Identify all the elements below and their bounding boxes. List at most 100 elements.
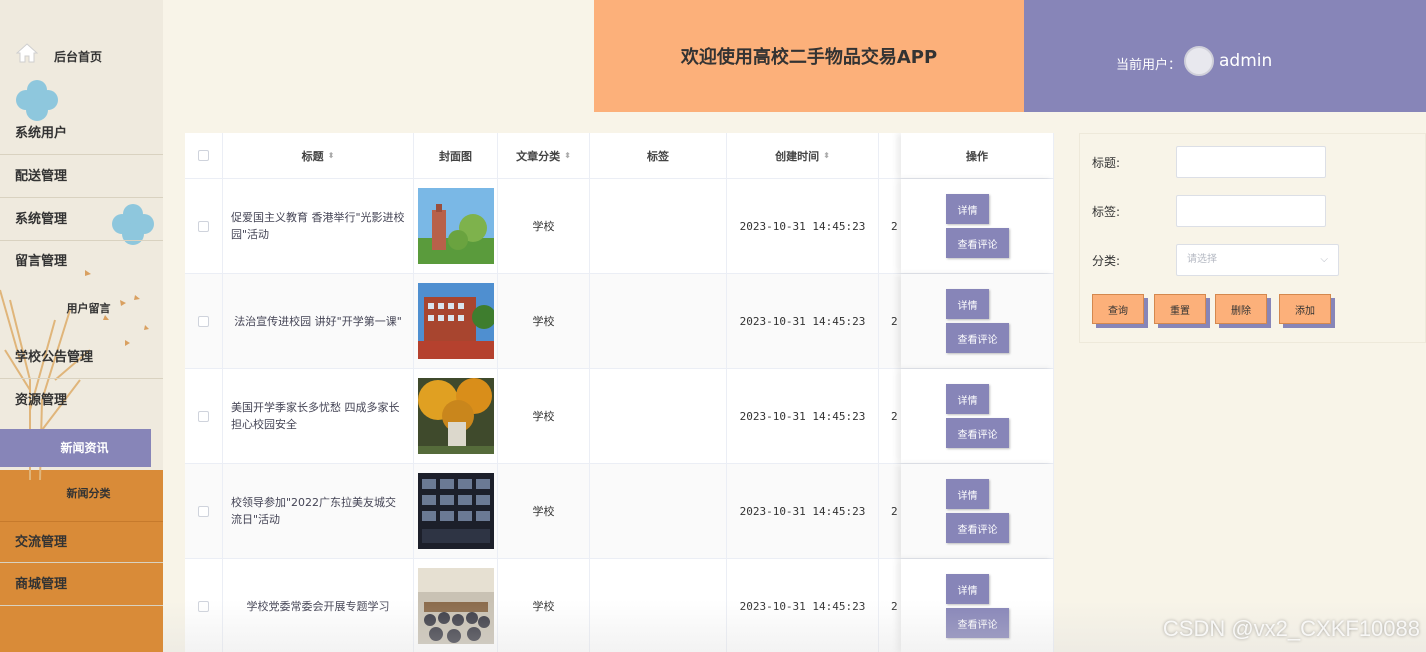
reset-button[interactable]: 重置 xyxy=(1154,294,1206,324)
column-header-label: 创建时间 xyxy=(775,149,820,163)
row-tag xyxy=(590,464,727,558)
table-row: 促爱国主义教育 香港举行"光影进校园"活动 学校 2023-10-31 14:4… xyxy=(185,179,1054,274)
view-comments-button[interactable]: 查看评论 xyxy=(946,323,1009,353)
row-checkbox[interactable] xyxy=(198,315,209,327)
add-button[interactable]: 添加 xyxy=(1279,294,1331,324)
row-checkbox[interactable] xyxy=(198,600,209,612)
row-actions: 详情 查看评论 xyxy=(901,369,1054,463)
row-select-cell xyxy=(185,179,223,273)
select-all-checkbox[interactable] xyxy=(198,150,209,161)
row-created-time: 2023-10-31 14:45:23 xyxy=(727,559,879,652)
row-select-cell xyxy=(185,369,223,463)
chevron-down-icon: ⌵ xyxy=(1320,254,1328,265)
detail-button[interactable]: 详情 xyxy=(946,289,989,319)
select-all-cell xyxy=(185,133,223,178)
sidebar-item-news-active[interactable]: 新闻资讯 xyxy=(0,429,151,467)
row-title: 校领导参加"2022广东拉美友城交流日"活动 xyxy=(223,464,414,558)
row-tag xyxy=(590,274,727,368)
home-icon xyxy=(16,43,38,63)
row-created-time: 2023-10-31 14:45:23 xyxy=(727,274,879,368)
row-actions: 详情 查看评论 xyxy=(901,179,1054,273)
row-created-time: 2023-10-31 14:45:23 xyxy=(727,179,879,273)
row-tag xyxy=(590,559,727,652)
row-select-cell xyxy=(185,274,223,368)
category-filter-label: 分类: xyxy=(1092,254,1121,268)
column-header-label: 操作 xyxy=(966,149,988,163)
column-header-label: 标题 xyxy=(301,149,324,163)
column-header-title[interactable]: 标题 ⬍ xyxy=(223,133,414,178)
tag-filter-input[interactable] xyxy=(1176,195,1326,227)
current-user-label: 当前用户： xyxy=(1116,58,1182,73)
sidebar-item-system-users[interactable]: 系统用户 xyxy=(0,113,163,155)
sidebar-item-system-manage[interactable]: 系统管理 xyxy=(0,199,163,241)
row-actions: 详情 查看评论 xyxy=(901,464,1054,558)
row-cover-cell xyxy=(414,559,498,652)
cover-image[interactable] xyxy=(417,473,494,549)
table-row: 校领导参加"2022广东拉美友城交流日"活动 学校 2023-10-31 14:… xyxy=(185,464,1054,559)
row-checkbox[interactable] xyxy=(198,410,209,422)
watermark: CSDN @vx2_CXKF10088 xyxy=(1162,616,1420,641)
title-filter-input[interactable] xyxy=(1176,146,1326,178)
cover-image[interactable] xyxy=(417,568,494,644)
sidebar: 后台首页 系统用户 配送管理 系统管理 留言管理 用户留言 学校公告管理 资源管… xyxy=(0,0,163,652)
sort-icon[interactable]: ⬍ xyxy=(823,151,830,160)
view-comments-button[interactable]: 查看评论 xyxy=(946,228,1009,258)
header-spacer xyxy=(163,0,594,112)
cover-image[interactable] xyxy=(417,283,494,359)
row-category: 学校 xyxy=(498,559,590,652)
sidebar-item-resources[interactable]: 资源管理 xyxy=(0,380,163,422)
row-checkbox[interactable] xyxy=(198,220,209,232)
row-cover-cell xyxy=(414,274,498,368)
tag-filter-label: 标签: xyxy=(1092,205,1121,219)
row-category: 学校 xyxy=(498,179,590,273)
detail-button[interactable]: 详情 xyxy=(946,574,989,604)
sidebar-subitem-news-category[interactable]: 新闻分类 xyxy=(0,473,163,515)
sidebar-item-school-notices[interactable]: 学校公告管理 xyxy=(0,337,163,379)
row-title: 学校党委常委会开展专题学习 xyxy=(223,559,414,652)
page-title: 欢迎使用高校二手物品交易APP xyxy=(594,0,1024,112)
row-tag xyxy=(590,369,727,463)
row-actions: 详情 查看评论 xyxy=(901,559,1054,652)
sidebar-item-mall[interactable]: 商城管理 xyxy=(0,564,163,606)
sidebar-item-delivery[interactable]: 配送管理 xyxy=(0,156,163,198)
row-tag xyxy=(590,179,727,273)
cover-image[interactable] xyxy=(417,378,494,454)
column-header-category[interactable]: 文章分类 ⬍ xyxy=(498,133,590,178)
avatar[interactable] xyxy=(1184,46,1214,76)
column-header-hidden xyxy=(879,133,901,178)
detail-button[interactable]: 详情 xyxy=(946,479,989,509)
table-row: 学校党委常委会开展专题学习 学校 2023-10-31 14:45:23 2 详… xyxy=(185,559,1054,652)
delete-button[interactable]: 删除 xyxy=(1215,294,1267,324)
view-comments-button[interactable]: 查看评论 xyxy=(946,513,1009,543)
detail-button[interactable]: 详情 xyxy=(946,194,989,224)
row-created-time: 2023-10-31 14:45:23 xyxy=(727,369,879,463)
sort-icon[interactable]: ⬍ xyxy=(564,151,571,160)
column-header-created[interactable]: 创建时间 ⬍ xyxy=(727,133,879,178)
view-comments-button[interactable]: 查看评论 xyxy=(946,608,1009,638)
row-checkbox[interactable] xyxy=(198,505,209,517)
search-panel: 标题: 标签: 分类: 请选择 ⌵ 查询 重置 删除 添加 xyxy=(1079,133,1426,343)
query-button[interactable]: 查询 xyxy=(1092,294,1144,324)
row-created-time: 2023-10-31 14:45:23 xyxy=(727,464,879,558)
current-username: admin xyxy=(1219,51,1273,71)
sidebar-item-exchange[interactable]: 交流管理 xyxy=(0,521,163,563)
table-row: 法治宣传进校园 讲好"开学第一课" 学校 2023-10-31 14:45:23… xyxy=(185,274,1054,369)
row-category: 学校 xyxy=(498,464,590,558)
news-table: 标题 ⬍ 封面图 文章分类 ⬍ 标签 创建时间 ⬍ 操作 促爱国主义教育 香港举行"光… xyxy=(185,133,1054,652)
user-panel: 当前用户： admin xyxy=(1024,0,1426,112)
row-select-cell xyxy=(185,559,223,652)
row-title: 法治宣传进校园 讲好"开学第一课" xyxy=(223,274,414,368)
title-filter-label: 标题: xyxy=(1092,156,1121,170)
cover-image[interactable] xyxy=(417,188,494,264)
row-cover-cell xyxy=(414,369,498,463)
sidebar-item-messages[interactable]: 留言管理 xyxy=(0,241,163,283)
category-select[interactable]: 请选择 ⌵ xyxy=(1176,244,1339,276)
sidebar-item-home[interactable]: 后台首页 xyxy=(0,38,163,72)
sort-icon[interactable]: ⬍ xyxy=(328,151,335,160)
detail-button[interactable]: 详情 xyxy=(946,384,989,414)
row-hidden-value: 2 xyxy=(891,219,898,233)
view-comments-button[interactable]: 查看评论 xyxy=(946,418,1009,448)
column-header-tag: 标签 xyxy=(590,133,727,178)
sidebar-item-label: 后台首页 xyxy=(54,50,103,64)
sidebar-subitem-user-messages[interactable]: 用户留言 xyxy=(0,288,163,330)
